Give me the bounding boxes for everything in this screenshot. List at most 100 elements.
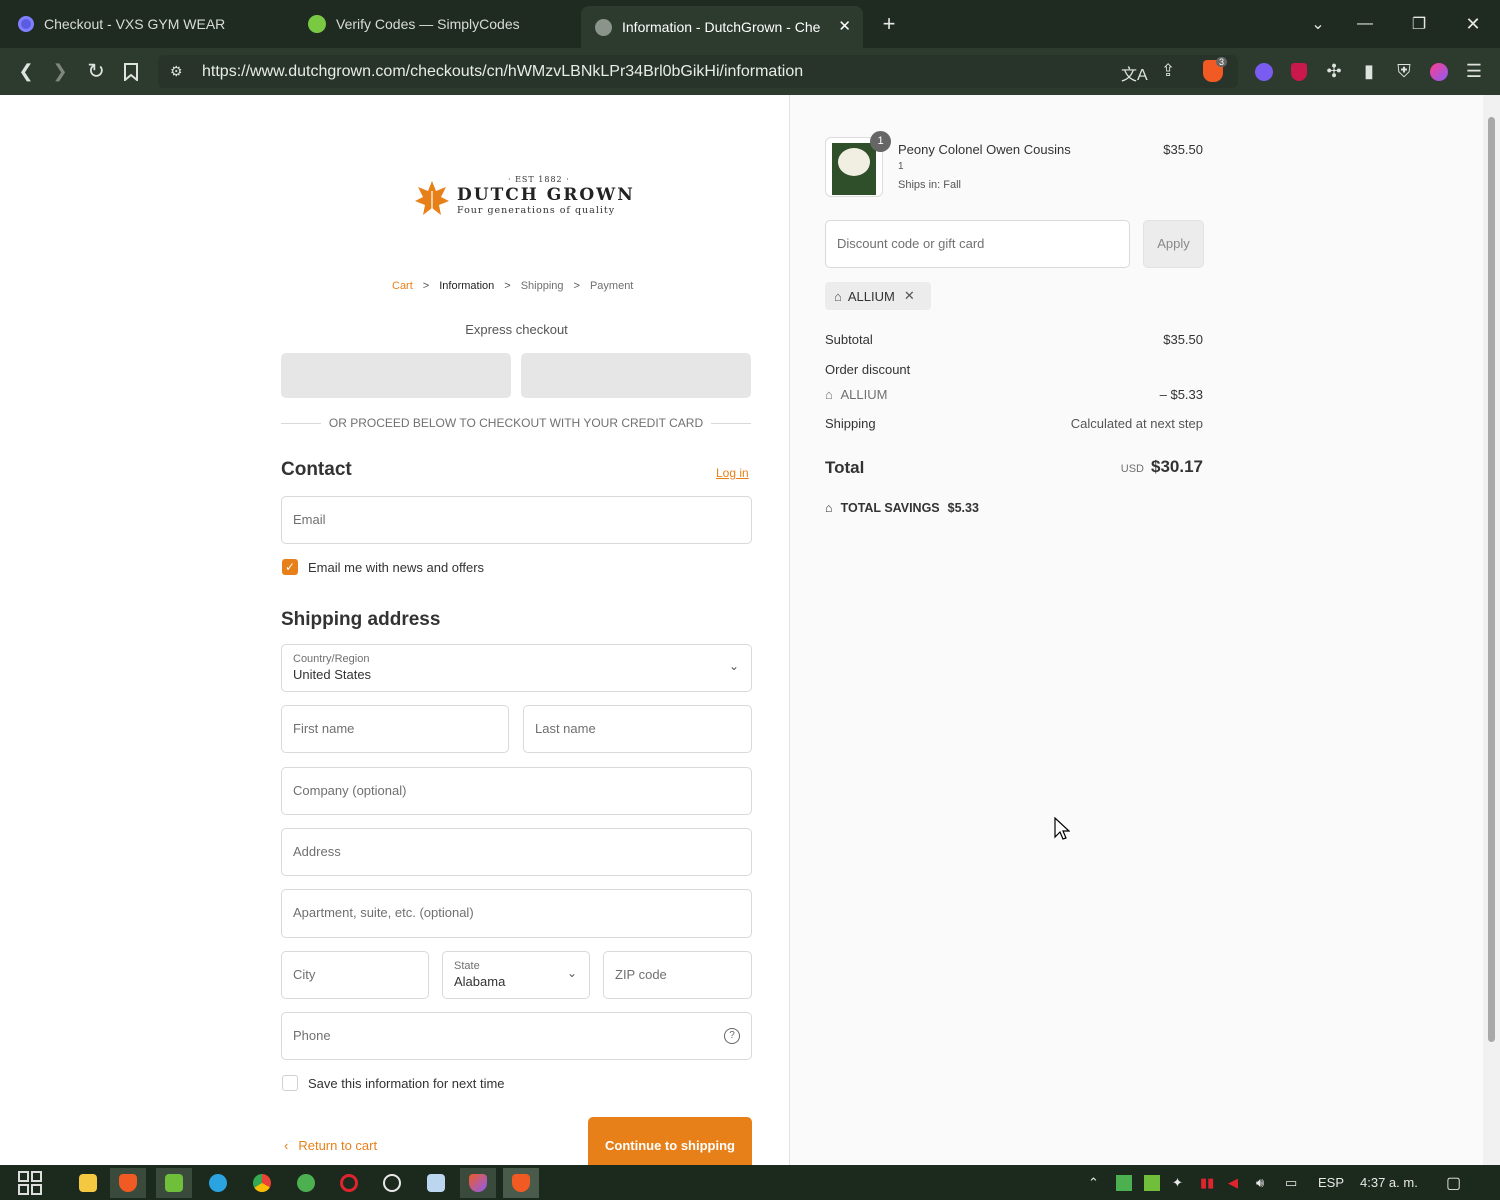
breadcrumb-cart[interactable]: Cart [392, 280, 413, 292]
tab-vxs-gym-wear[interactable]: Checkout - VXS GYM WEAR [0, 0, 285, 48]
quantity-badge: 1 [870, 131, 891, 152]
simplycodes-favicon-icon [308, 15, 326, 33]
subtotal-label: Subtotal [825, 332, 873, 347]
notepad-icon[interactable] [418, 1168, 454, 1198]
brave-active-icon[interactable] [503, 1168, 539, 1198]
breadcrumb-separator: > [504, 280, 511, 292]
shipping-value: Calculated at next step [1070, 416, 1203, 431]
zip-field[interactable]: ZIP code [603, 951, 752, 999]
express-pay-button-1[interactable] [281, 353, 511, 398]
site-info-icon[interactable]: ⚙ [170, 63, 183, 80]
continue-to-shipping-button[interactable]: Continue to shipping [588, 1117, 752, 1165]
translate-icon[interactable]: 文A [1121, 61, 1148, 85]
shipping-label: Shipping [825, 416, 876, 431]
tab-simplycodes[interactable]: Verify Codes — SimplyCodes [290, 0, 575, 48]
page-scrollbar[interactable] [1483, 95, 1500, 1165]
brave-taskbar-icon[interactable] [110, 1168, 146, 1198]
breadcrumb-separator: > [573, 280, 580, 292]
state-value: Alabama [454, 974, 506, 989]
tab-dutchgrown[interactable]: Information - DutchGrown - Che ✕ [581, 6, 863, 48]
total-savings-label: TOTAL SAVINGS [840, 501, 940, 515]
last-name-placeholder: Last name [535, 721, 596, 736]
notifications-icon[interactable]: ▢ [1446, 1165, 1461, 1200]
window-close-icon[interactable]: ✕ [1453, 0, 1493, 48]
tab-close-icon[interactable]: ✕ [838, 17, 851, 35]
scrollbar-thumb[interactable] [1488, 117, 1495, 1042]
reload-icon[interactable]: ↻ [80, 48, 112, 95]
vpn-icon[interactable]: ⛨ [1388, 48, 1420, 95]
vxs-favicon-icon [18, 16, 34, 32]
state-select[interactable]: State Alabama ⌄ [442, 951, 590, 999]
email-field[interactable]: Email [281, 496, 752, 544]
brave-dev-icon[interactable] [460, 1168, 496, 1198]
browser-tab-strip: Checkout - VXS GYM WEAR Verify Codes — S… [0, 0, 1500, 48]
return-to-cart-link[interactable]: ‹ Return to cart [284, 1138, 377, 1153]
address-field[interactable]: Address [281, 828, 752, 876]
subtotal-value: $35.50 [1163, 332, 1203, 347]
shield-count-badge: 3 [1216, 57, 1228, 67]
telegram-icon[interactable] [200, 1168, 236, 1198]
sidebar-icon[interactable]: ▮ [1353, 48, 1385, 95]
breadcrumb-payment: Payment [589, 280, 634, 292]
new-tab-button[interactable]: + [869, 0, 909, 48]
city-field[interactable]: City [281, 951, 429, 999]
tray-audio-app-icon[interactable]: ▮▮ [1200, 1165, 1214, 1200]
checkout-main: · EST 1882 · DUTCH GROWN Four generation… [0, 95, 789, 1165]
remove-discount-icon[interactable]: ✕ [904, 288, 915, 304]
back-icon[interactable]: ❮ [10, 48, 42, 95]
address-placeholder: Address [293, 844, 341, 859]
tab-search-chevron-icon[interactable]: ⌄ [1298, 0, 1338, 48]
company-field[interactable]: Company (optional) [281, 767, 752, 815]
file-explorer-icon[interactable] [70, 1168, 106, 1198]
apartment-field[interactable]: Apartment, suite, etc. (optional) [281, 889, 752, 938]
phone-field[interactable]: Phone ? [281, 1012, 752, 1060]
network-icon[interactable]: ▭ [1285, 1165, 1297, 1200]
apply-button[interactable]: Apply [1143, 220, 1204, 268]
discount-code-field[interactable]: Discount code or gift card [825, 220, 1130, 268]
product-ships: Ships in: Fall [898, 179, 961, 191]
share-icon[interactable]: ⇪ [1161, 61, 1175, 81]
tray-overflow-icon[interactable]: ⌃ [1088, 1165, 1099, 1200]
app-leaf-icon[interactable] [288, 1168, 324, 1198]
login-link[interactable]: Log in [716, 466, 749, 480]
ublock-icon[interactable] [1283, 48, 1315, 95]
restore-icon[interactable]: ❐ [1399, 0, 1439, 48]
app-green-icon[interactable] [156, 1168, 192, 1198]
tray-app-2-icon[interactable] [1144, 1165, 1160, 1200]
minimize-icon[interactable]: — [1345, 0, 1385, 48]
clock[interactable]: 4:37 a. m. [1360, 1165, 1418, 1200]
tray-app-3-icon[interactable]: ✦ [1172, 1165, 1183, 1200]
country-select[interactable]: Country/Region United States ⌄ [281, 644, 752, 692]
bookmark-icon[interactable] [115, 48, 147, 95]
start-grid-icon[interactable] [12, 1168, 48, 1198]
rewards-icon[interactable] [1423, 48, 1455, 95]
help-icon[interactable]: ? [724, 1028, 740, 1044]
address-bar[interactable]: ⚙ https://www.dutchgrown.com/checkouts/c… [158, 55, 1238, 88]
last-name-field[interactable]: Last name [523, 705, 752, 753]
tray-app-h-icon[interactable] [1116, 1165, 1132, 1200]
total-label: Total [825, 458, 865, 477]
dutchgrown-logo-icon[interactable] [414, 179, 450, 217]
volume-icon[interactable]: 🔊︎ [1256, 1165, 1264, 1200]
save-info-checkbox[interactable] [282, 1075, 298, 1091]
first-name-field[interactable]: First name [281, 705, 509, 753]
opera-icon[interactable] [331, 1168, 367, 1198]
peony-flower-image [838, 148, 870, 176]
product-name: Peony Colonel Owen Cousins [898, 142, 1071, 157]
forward-icon[interactable]: ❯ [44, 48, 76, 95]
news-checkbox[interactable]: ✓ [282, 559, 298, 575]
extensions-puzzle-icon[interactable]: ✣ [1318, 48, 1350, 95]
whatsapp-icon[interactable] [374, 1168, 410, 1198]
extension-purple-icon[interactable] [1248, 48, 1280, 95]
tray-app-4-icon[interactable]: ◀ [1228, 1165, 1238, 1200]
order-discount-label: Order discount [825, 362, 911, 377]
country-label: Country/Region [293, 653, 370, 665]
menu-icon[interactable]: ☰ [1458, 48, 1490, 95]
total-savings-row: ⌂ TOTAL SAVINGS $5.33 [825, 501, 979, 515]
chrome-icon[interactable] [244, 1168, 280, 1198]
chevron-down-icon: ⌄ [566, 966, 577, 980]
express-checkout-title: Express checkout [465, 322, 568, 337]
express-pay-button-2[interactable] [521, 353, 751, 398]
language-indicator[interactable]: ESP [1318, 1165, 1344, 1200]
zip-placeholder: ZIP code [615, 967, 667, 982]
